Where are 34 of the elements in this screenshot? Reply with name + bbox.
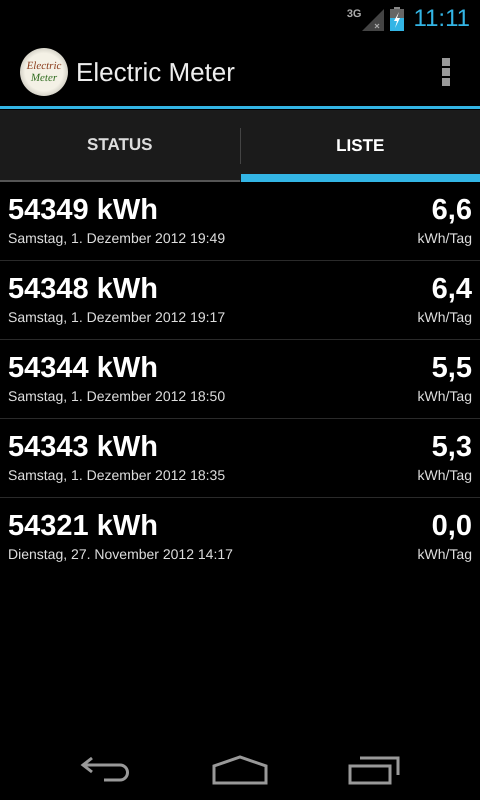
- reading-date: Samstag, 1. Dezember 2012 18:50: [8, 386, 226, 406]
- daily-rate: 0,0: [432, 509, 472, 544]
- meter-reading: 54348 kWh: [8, 272, 159, 306]
- back-icon[interactable]: [80, 756, 132, 784]
- rate-unit: kWh/Tag: [418, 228, 472, 248]
- reading-date: Dienstag, 27. November 2012 14:17: [8, 545, 233, 564]
- daily-rate: 6,4: [432, 272, 472, 306]
- app-logo[interactable]: Electric Meter: [20, 48, 68, 96]
- app-title: Electric Meter: [76, 56, 235, 88]
- home-icon[interactable]: [212, 755, 268, 785]
- meter-reading: 54349 kWh: [8, 192, 159, 228]
- tab[interactable]: STATUS: [0, 110, 240, 182]
- daily-rate: 6,6: [432, 192, 472, 228]
- meter-reading: 54343 kWh: [8, 430, 159, 464]
- rate-unit: kWh/Tag: [418, 545, 472, 564]
- tab[interactable]: LISTE: [240, 110, 480, 182]
- reading-date: Samstag, 1. Dezember 2012 19:49: [8, 228, 226, 248]
- logo-text: Electric: [26, 60, 62, 72]
- logo-text: Meter: [30, 72, 58, 84]
- network-label: 3G: [346, 9, 362, 20]
- battery-icon: [390, 7, 404, 31]
- meter-reading: 54321 kWh: [8, 509, 159, 544]
- signal-icon: [362, 7, 384, 31]
- daily-rate: 5,3: [432, 430, 472, 464]
- reading-date: Samstag, 1. Dezember 2012 19:17: [8, 308, 226, 327]
- rate-unit: kWh/Tag: [418, 466, 472, 485]
- overflow-menu-button[interactable]: [440, 58, 452, 86]
- clock: 11:11: [414, 7, 470, 31]
- reading-date: Samstag, 1. Dezember 2012 18:35: [8, 466, 226, 485]
- meter-reading: 54344 kWh: [8, 350, 159, 386]
- rate-unit: kWh/Tag: [418, 386, 472, 406]
- recent-apps-icon[interactable]: [348, 755, 400, 785]
- daily-rate: 5,5: [432, 350, 472, 386]
- rate-unit: kWh/Tag: [418, 308, 472, 327]
